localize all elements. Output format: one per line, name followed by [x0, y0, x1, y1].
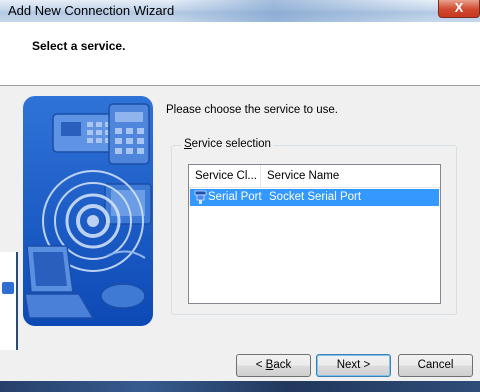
service-list[interactable]: Service Cl... Service Name Serial Port S…	[188, 164, 441, 304]
window-title: Add New Connection Wizard	[8, 3, 175, 18]
list-header: Service Cl... Service Name	[189, 165, 440, 188]
background-window-edge	[0, 252, 18, 350]
instruction-text: Please choose the service to use.	[166, 104, 338, 116]
service-selection-label: Service selection	[181, 138, 274, 150]
column-header-service-class[interactable]: Service Cl...	[189, 165, 261, 187]
desktop-background-strip	[0, 381, 480, 392]
close-button[interactable]: X	[438, 0, 480, 18]
column-header-service-name[interactable]: Service Name	[261, 165, 440, 187]
list-item[interactable]: Serial Port Socket Serial Port	[190, 189, 439, 206]
next-button[interactable]: Next >	[316, 354, 391, 377]
title-bar-glow	[170, 0, 430, 22]
serial-port-icon	[194, 190, 207, 204]
wizard-client-area: Select a service. Please choose the serv…	[0, 22, 480, 381]
page-title: Select a service.	[32, 39, 126, 53]
title-bar[interactable]: Add New Connection Wizard X	[0, 0, 480, 23]
service-class-cell: Serial Port	[208, 191, 262, 203]
service-name-cell: Socket Serial Port	[269, 191, 362, 203]
wizard-header: Select a service.	[0, 22, 480, 86]
back-button[interactable]: < Back	[236, 354, 311, 377]
background-window-fragment	[2, 282, 14, 294]
wizard-window: Add New Connection Wizard X Select a ser…	[0, 0, 480, 392]
wizard-illustration-graphic	[23, 96, 153, 326]
mnemonic-s: S	[184, 138, 192, 150]
close-icon: X	[454, 0, 464, 15]
wizard-illustration	[23, 96, 153, 326]
cancel-button[interactable]: Cancel	[398, 354, 473, 377]
